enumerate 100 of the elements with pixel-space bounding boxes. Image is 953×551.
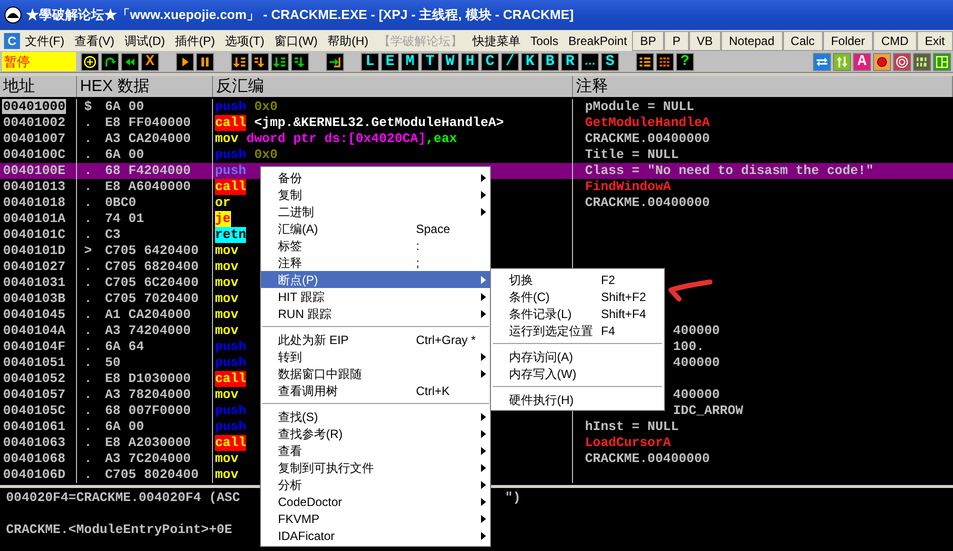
- comment-text: GetModuleHandleA: [585, 115, 710, 130]
- comment-text: 400000: [673, 387, 720, 402]
- mnemonic: mov: [215, 323, 238, 339]
- mnemonic: call: [215, 435, 246, 451]
- hex-cell-text: E8 A2030000: [104, 435, 191, 451]
- jump-marker: .: [83, 403, 93, 419]
- address-cell: 00401002: [2, 115, 66, 130]
- address-cell: 00401013: [2, 179, 66, 194]
- info-text: "): [505, 490, 521, 506]
- hex-cell-text: 6A 00: [104, 147, 144, 163]
- address-cell: 0040103B: [2, 291, 66, 306]
- jump-marker: .: [83, 275, 93, 291]
- jump-marker: .: [83, 339, 93, 355]
- mnemonic: mov: [215, 451, 238, 467]
- mnemonic: call: [215, 115, 246, 131]
- jump-marker: .: [83, 291, 93, 307]
- operand-text: dword ptr ds:[0x4020CA],eax: [246, 131, 458, 147]
- operand-text: 0x0: [254, 147, 278, 163]
- address-cell: 00401031: [2, 275, 66, 290]
- jump-marker: .: [83, 387, 93, 403]
- address-cell: 0040106D: [2, 467, 66, 482]
- mnemonic: push: [215, 403, 246, 419]
- mnemonic: call: [215, 371, 246, 387]
- comment-text: CRACKME.00400000: [585, 195, 710, 210]
- jump-marker: .: [83, 323, 93, 339]
- address-cell: 00401027: [2, 259, 66, 274]
- mnemonic: push: [215, 147, 246, 163]
- jump-marker: .: [83, 419, 93, 435]
- mnemonic: or: [215, 195, 231, 211]
- mnemonic: mov: [215, 307, 238, 323]
- jump-marker: .: [83, 259, 93, 275]
- address-cell: 00401052: [2, 371, 66, 386]
- comment-text: IDC_ARROW: [673, 403, 744, 418]
- comment-text: Title = NULL: [585, 147, 679, 162]
- hex-cell-text: A3 7C204000: [104, 451, 191, 467]
- hex-cell-text: E8 A6040000: [104, 179, 191, 195]
- address-cell: 0040104F: [2, 339, 66, 354]
- address-cell: 0040101A: [2, 211, 66, 226]
- jump-marker: .: [83, 163, 93, 179]
- jump-marker: .: [83, 179, 93, 195]
- hex-cell-text: C705 6C20400: [104, 275, 199, 291]
- mnemonic: push: [215, 339, 246, 355]
- status-label: 暂停: [2, 52, 76, 71]
- hex-cell-text: 6A 64: [104, 339, 144, 355]
- mnemonic: je: [215, 211, 231, 227]
- hex-cell-text: A1 CA204000: [104, 307, 191, 323]
- hex-cell-text: E8 FF040000: [104, 115, 191, 131]
- mnemonic: retn: [215, 227, 246, 243]
- address-cell: 00401007: [2, 131, 66, 146]
- hex-cell-text: 6A 00: [104, 99, 144, 115]
- hex-cell-text: 74 01: [104, 211, 144, 227]
- window-title: ★學破解论坛★「www.xuepojie.com」 - CRACKME.EXE - [XPJ - 主线程, 模块 - CRACKME]: [26, 6, 574, 24]
- jump-marker: .: [83, 131, 93, 147]
- mnemonic: push: [215, 419, 246, 435]
- comment-text: CRACKME.00400000: [585, 131, 710, 146]
- jump-marker: >: [83, 243, 93, 259]
- hex-cell-text: E8 D1030000: [104, 371, 191, 387]
- hex-cell-text: 0BC0: [104, 195, 136, 211]
- address-cell: 00401057: [2, 387, 66, 402]
- address-cell: 0040100C: [2, 147, 66, 162]
- address-cell: 0040101D: [2, 243, 66, 258]
- hex-cell-text: C705 6820400: [104, 259, 199, 275]
- mnemonic: mov: [215, 259, 238, 275]
- hex-cell-text: 68 F4204000: [104, 163, 191, 179]
- info-text: 004020F4=CRACKME.004020F4 (ASC: [6, 490, 240, 506]
- jump-marker: .: [83, 227, 93, 243]
- hex-cell-text: C705 7020400: [104, 291, 199, 307]
- mnemonic: mov: [215, 131, 238, 147]
- address-cell: 0040105C: [2, 403, 66, 418]
- jump-marker: .: [83, 451, 93, 467]
- mnemonic: push: [215, 163, 246, 179]
- mnemonic: push: [215, 355, 246, 371]
- address-cell: 00401061: [2, 419, 66, 434]
- address-cell: 00401068: [2, 451, 66, 466]
- address-cell: 00401063: [2, 435, 66, 450]
- mnemonic: mov: [215, 275, 238, 291]
- jump-marker: .: [83, 211, 93, 227]
- operand-text: <jmp.&KERNEL32.GetModuleHandleA>: [254, 115, 504, 131]
- address-cell: 00401018: [2, 195, 66, 210]
- jump-marker: .: [83, 307, 93, 323]
- jump-marker: .: [83, 115, 93, 131]
- jump-marker: .: [83, 467, 93, 483]
- comment-text: 400000: [673, 355, 720, 370]
- comment-text: LoadCursorA: [585, 435, 671, 450]
- comment-text: pModule = NULL: [585, 99, 694, 114]
- mnemonic: mov: [215, 243, 238, 259]
- mnemonic: mov: [215, 467, 238, 483]
- jump-marker: .: [83, 355, 93, 371]
- mnemonic: mov: [215, 291, 238, 307]
- address-cell: 0040104A: [2, 323, 66, 338]
- address-cell: 0040101C: [2, 227, 66, 242]
- info-text: CRACKME.<ModuleEntryPoint>+0E: [6, 522, 232, 537]
- hex-cell-text: C705 8020400: [104, 467, 199, 483]
- comment-text: Class = "No need to disasm the code!": [585, 163, 874, 178]
- hex-cell-text: 68 007F0000: [104, 403, 191, 419]
- mnemonic: push: [215, 99, 246, 115]
- address-cell: 00401051: [2, 355, 66, 370]
- address-cell: 00401045: [2, 307, 66, 322]
- hex-cell-text: 6A 00: [104, 419, 144, 435]
- hex-cell-text: A3 74204000: [104, 323, 191, 339]
